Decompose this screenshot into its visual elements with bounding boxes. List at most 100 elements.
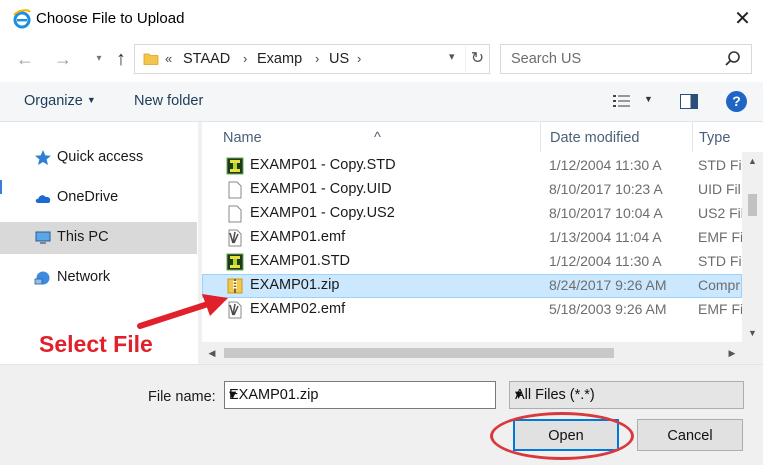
view-details-icon[interactable] bbox=[612, 93, 632, 111]
scroll-thumb[interactable] bbox=[748, 194, 757, 216]
column-date-label: Date modified bbox=[550, 130, 640, 146]
file-date: 8/10/2017 10:04 A bbox=[549, 205, 663, 221]
generic-file-icon bbox=[228, 181, 242, 199]
scroll-thumb[interactable] bbox=[224, 348, 614, 358]
new-folder-label: New folder bbox=[134, 93, 204, 109]
nav-label: This PC bbox=[57, 229, 109, 245]
file-type: STD Fil bbox=[698, 253, 742, 269]
column-header-type[interactable]: Type bbox=[692, 122, 752, 152]
refresh-icon: ↻ bbox=[470, 50, 485, 67]
file-name: EXAMP01.zip bbox=[250, 277, 340, 293]
scroll-left-button[interactable]: ◀ bbox=[202, 342, 222, 364]
organize-button[interactable]: Organize ▼ bbox=[24, 93, 96, 109]
view-options-dropdown[interactable]: ▼ bbox=[644, 94, 653, 104]
folder-icon bbox=[143, 53, 159, 65]
select-file-callout: Select File bbox=[39, 331, 153, 357]
breadcrumb-overflow[interactable]: « bbox=[165, 51, 172, 66]
back-button[interactable]: ← bbox=[12, 48, 38, 72]
cancel-button[interactable]: Cancel bbox=[637, 419, 743, 451]
arrow-left-icon: ← bbox=[16, 49, 34, 69]
vertical-scrollbar[interactable]: ▲ ▼ bbox=[742, 152, 763, 342]
new-folder-button[interactable]: New folder bbox=[134, 93, 203, 109]
zip-folder-icon bbox=[227, 278, 243, 294]
file-type-filter-value: All Files (*.*) bbox=[515, 387, 595, 403]
file-row[interactable]: EXAMP02.emf 5/18/2003 9:26 AM EMF Fil bbox=[202, 298, 742, 322]
nav-item-this-pc[interactable]: This PC bbox=[0, 222, 197, 254]
close-button[interactable]: ✕ bbox=[722, 0, 763, 36]
file-type: US2 Fil bbox=[698, 205, 742, 221]
window-title: Choose File to Upload bbox=[36, 10, 185, 27]
forward-button[interactable]: → bbox=[50, 48, 76, 72]
file-row[interactable]: EXAMP01 - Copy.US2 8/10/2017 10:04 A US2… bbox=[202, 202, 742, 226]
file-type: EMF Fil bbox=[698, 301, 742, 317]
search-icon bbox=[725, 51, 740, 66]
file-name: EXAMP01 - Copy.US2 bbox=[250, 205, 395, 221]
breadcrumb-separator[interactable]: › bbox=[243, 51, 247, 66]
search-box[interactable] bbox=[500, 44, 752, 74]
help-button[interactable]: ? bbox=[726, 91, 747, 112]
file-name: EXAMP01.emf bbox=[250, 229, 346, 245]
staad-file-icon bbox=[226, 253, 244, 271]
up-button[interactable]: ↑ bbox=[108, 48, 134, 72]
nav-item-quick-access[interactable]: Quick access bbox=[0, 142, 197, 174]
file-row[interactable]: EXAMP01.STD 1/12/2004 11:30 A STD Fil bbox=[202, 250, 742, 274]
scrollbar-corner bbox=[742, 342, 763, 364]
file-date: 8/24/2017 9:26 AM bbox=[549, 277, 667, 293]
address-bar[interactable]: « STAAD › Examp › US › ▾ ↻ bbox=[134, 44, 490, 74]
generic-file-icon bbox=[228, 205, 242, 223]
address-dropdown-button[interactable]: ▾ bbox=[449, 50, 455, 63]
file-name: EXAMP01.STD bbox=[250, 253, 350, 269]
file-row[interactable]: EXAMP01.emf 1/13/2004 11:04 A EMF Fil bbox=[202, 226, 742, 250]
scroll-up-button[interactable]: ▲ bbox=[742, 152, 763, 170]
file-name-field[interactable]: EXAMP01.zip ▾ bbox=[224, 381, 496, 409]
breadcrumb-staad[interactable]: STAAD bbox=[183, 51, 230, 67]
star-icon bbox=[35, 150, 51, 165]
breadcrumb-separator[interactable]: › bbox=[357, 51, 361, 66]
chevron-down-icon: ▾ bbox=[515, 387, 523, 403]
breadcrumb-separator[interactable]: › bbox=[315, 51, 319, 66]
arrow-up-icon: ↑ bbox=[116, 48, 126, 70]
column-header-date[interactable]: Date modified bbox=[540, 122, 692, 152]
window-edge-marker bbox=[0, 180, 2, 194]
breadcrumb-examp[interactable]: Examp bbox=[257, 51, 302, 67]
column-name-label: Name bbox=[223, 130, 262, 146]
sort-ascending-icon: ^ bbox=[374, 130, 381, 146]
chevron-down-icon[interactable]: ▾ bbox=[229, 387, 236, 403]
file-date: 1/12/2004 11:30 A bbox=[549, 253, 662, 269]
preview-pane-icon[interactable] bbox=[680, 94, 698, 109]
file-row[interactable]: EXAMP01 - Copy.STD 1/12/2004 11:30 A STD… bbox=[202, 154, 742, 178]
file-type: EMF Fil bbox=[698, 229, 742, 245]
nav-item-network[interactable]: Network bbox=[0, 262, 197, 294]
file-name: EXAMP01 - Copy.UID bbox=[250, 181, 392, 197]
file-row-selected[interactable]: EXAMP01.zip 8/24/2017 9:26 AM Compr bbox=[202, 274, 742, 298]
navigation-pane: Quick access OneDrive This PC Network bbox=[0, 122, 200, 364]
nav-item-onedrive[interactable]: OneDrive bbox=[0, 182, 197, 214]
staad-file-icon bbox=[226, 157, 244, 175]
breadcrumb-us[interactable]: US bbox=[329, 51, 349, 67]
scroll-right-button[interactable]: ▶ bbox=[722, 342, 742, 364]
column-type-label: Type bbox=[699, 130, 731, 146]
file-date: 8/10/2017 10:23 A bbox=[549, 181, 663, 197]
search-input[interactable] bbox=[509, 49, 709, 69]
dialog-footer: File name: EXAMP01.zip ▾ All Files (*.*)… bbox=[0, 364, 763, 465]
network-icon bbox=[34, 271, 50, 285]
close-icon: ✕ bbox=[734, 7, 751, 30]
refresh-button[interactable]: ↻ bbox=[465, 46, 489, 72]
file-row[interactable]: EXAMP01 - Copy.UID 8/10/2017 10:23 A UID… bbox=[202, 178, 742, 202]
nav-label: OneDrive bbox=[57, 189, 119, 205]
computer-icon bbox=[35, 231, 51, 244]
caret-down-icon: ▼ bbox=[86, 95, 96, 105]
organize-label: Organize bbox=[24, 93, 83, 109]
scroll-down-button[interactable]: ▼ bbox=[742, 324, 763, 342]
file-name: EXAMP02.emf bbox=[250, 301, 346, 317]
open-button[interactable]: Open bbox=[513, 419, 619, 451]
cloud-icon bbox=[35, 195, 51, 203]
column-header-name[interactable]: Name ^ bbox=[202, 122, 540, 152]
command-bar: Organize ▼ New folder ▼ ? bbox=[0, 82, 763, 122]
file-date: 1/13/2004 11:04 A bbox=[549, 229, 662, 245]
arrow-right-icon: → bbox=[54, 49, 72, 69]
file-type-filter[interactable]: All Files (*.*) ▾ bbox=[509, 381, 744, 409]
file-name-value: EXAMP01.zip bbox=[229, 387, 319, 403]
file-date: 1/12/2004 11:30 A bbox=[549, 157, 662, 173]
horizontal-scrollbar[interactable]: ◀ ▶ bbox=[202, 342, 742, 364]
